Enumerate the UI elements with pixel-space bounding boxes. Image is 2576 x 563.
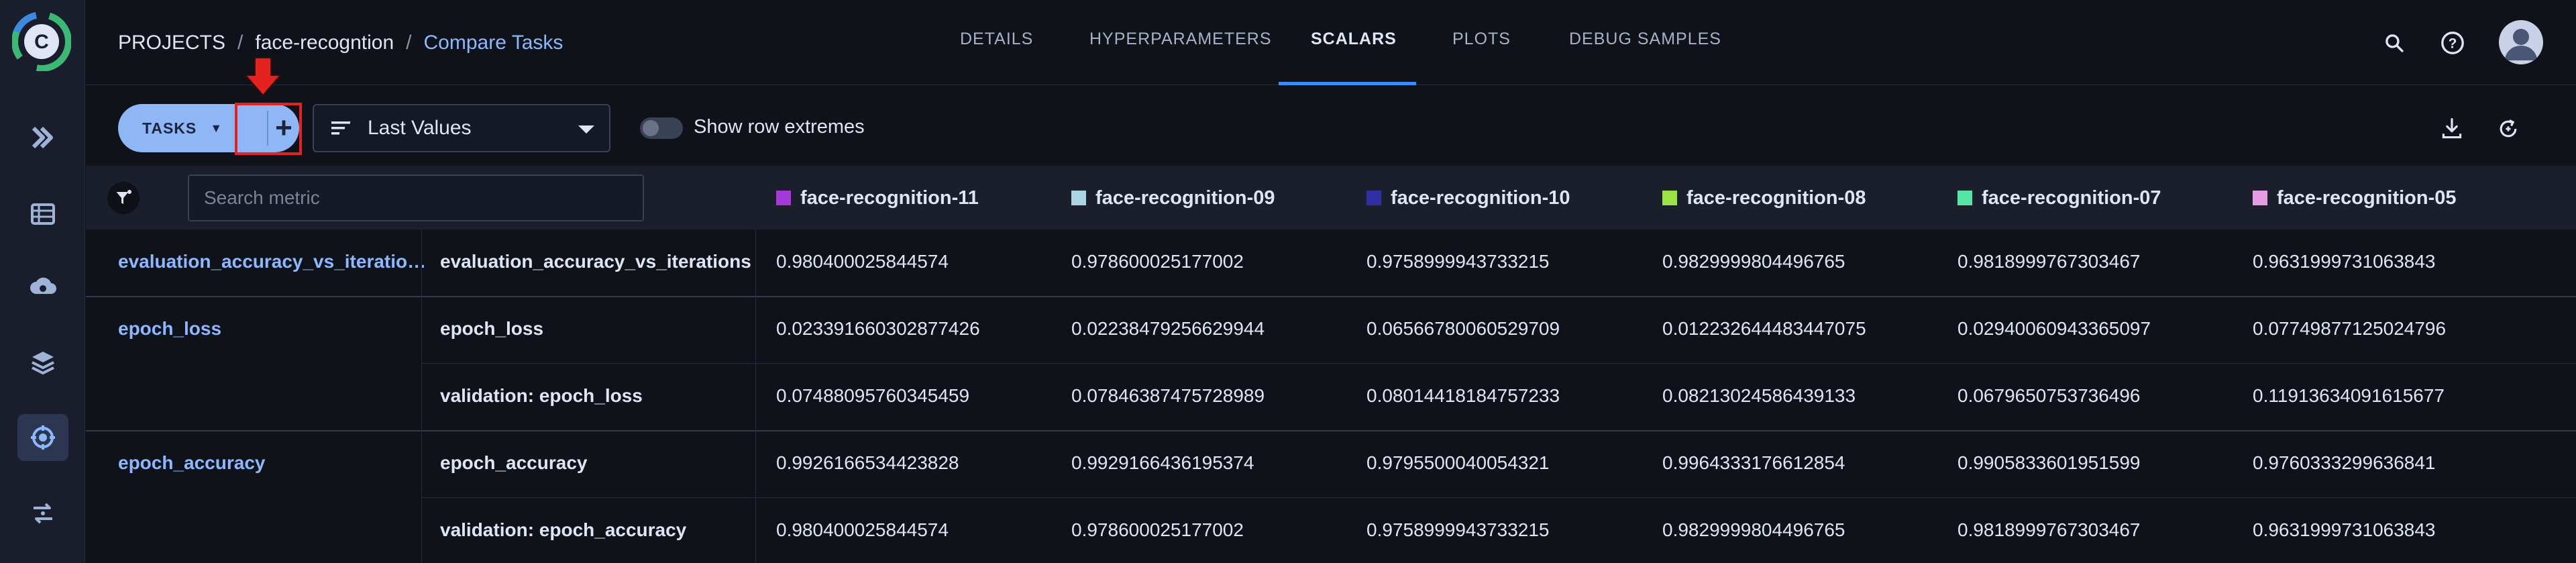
tab-debug-samples[interactable]: DEBUG SAMPLES xyxy=(1569,30,1721,56)
metric-value-cell: 0.07488095760345459 xyxy=(776,385,970,406)
metric-value-cell: 0.02940060943365097 xyxy=(1957,318,2151,339)
metric-value-cell: 0.9829999804496765 xyxy=(1662,519,1845,540)
series-color-swatch xyxy=(776,191,791,205)
metric-value-cell: 0.012232644483447075 xyxy=(1662,318,1866,339)
svg-text:?: ? xyxy=(2449,36,2457,52)
nav-datasets-icon[interactable] xyxy=(17,191,68,238)
column-header-label: face-recognition-09 xyxy=(1095,187,1275,209)
user-avatar-icon[interactable] xyxy=(2499,20,2543,64)
tab-hyperparameters[interactable]: HYPERPARAMETERS xyxy=(1089,30,1272,56)
table-header: Search metric face-recognition-11 face-re… xyxy=(86,166,2576,229)
series-color-swatch xyxy=(1366,191,1381,205)
download-icon[interactable] xyxy=(2435,112,2469,146)
tab-bar: DETAILS HYPERPARAMETERS SCALARS PLOTS DE… xyxy=(86,0,2576,85)
metric-value-cell: 0.08213024586439133 xyxy=(1662,385,1856,406)
svg-text:C: C xyxy=(34,31,49,53)
metric-value-cell: 0.9758999943733215 xyxy=(1366,251,1550,272)
column-header-label: face-recognition-11 xyxy=(800,187,979,209)
header: PROJECTS / face-recogntion / Compare Tas… xyxy=(86,0,2576,85)
column-header[interactable]: face-recognition-09 xyxy=(1071,186,1275,210)
column-divider xyxy=(755,229,756,563)
metric-name: evaluation_accuracy_vs_iterations xyxy=(440,251,751,272)
metric-value-cell: 0.9905833601951599 xyxy=(1957,452,2141,473)
value-mode-value: Last Values xyxy=(368,117,472,139)
metric-value-cell: 0.9829999804496765 xyxy=(1662,251,1845,272)
tab-details[interactable]: DETAILS xyxy=(960,30,1033,56)
metric-name: validation: epoch_loss xyxy=(440,385,643,406)
series-color-swatch xyxy=(2253,191,2267,205)
sidebar: C xyxy=(0,0,85,563)
metric-value-cell: 0.9964333176612854 xyxy=(1662,452,1845,473)
nav-workers-icon[interactable] xyxy=(17,490,68,537)
annotation-arrow-icon xyxy=(244,57,282,97)
help-icon[interactable]: ? xyxy=(2436,27,2469,59)
column-header-label: face-recognition-08 xyxy=(1686,187,1866,209)
metric-value-cell: 0.978600025177002 xyxy=(1071,251,1244,272)
annotation-highlight-box xyxy=(235,103,302,155)
tasks-label: TASKS xyxy=(142,119,197,137)
metric-value-cell: 0.0679650753736496 xyxy=(1957,385,2141,406)
refresh-icon[interactable] xyxy=(2491,112,2525,146)
metric-value-cell: 0.08014418184757233 xyxy=(1366,385,1560,406)
metric-value-cell: 0.07749877125024796 xyxy=(2253,318,2447,339)
metric-group-label[interactable]: evaluation_accuracy_vs_iteratio… xyxy=(118,251,426,272)
metric-value-cell: 0.9631999731063843 xyxy=(2253,251,2436,272)
metric-value-cell: 0.978600025177002 xyxy=(1071,519,1244,540)
metric-value-cell: 0.9818999767303467 xyxy=(1957,519,2141,540)
metric-name: epoch_accuracy xyxy=(440,452,588,473)
metric-name: epoch_loss xyxy=(440,318,544,339)
metric-group-label[interactable]: epoch_loss xyxy=(118,318,221,340)
column-header-label: face-recognition-07 xyxy=(1982,187,2161,209)
series-color-swatch xyxy=(1957,191,1972,205)
column-header-label: face-recognition-05 xyxy=(2277,187,2457,209)
column-header[interactable]: face-recognition-05 xyxy=(2253,186,2457,210)
column-divider xyxy=(421,229,422,563)
row-extremes-toggle[interactable] xyxy=(640,117,683,139)
nav-models-icon[interactable] xyxy=(17,414,68,461)
metric-value-cell: 0.980400025844574 xyxy=(776,251,949,272)
chevron-down-icon xyxy=(578,125,594,134)
row-extremes-label: Show row extremes xyxy=(694,116,865,138)
clearml-logo-icon[interactable]: C xyxy=(12,12,71,71)
sort-lines-icon xyxy=(331,121,350,135)
value-mode-select[interactable]: Last Values xyxy=(313,104,610,152)
nav-layers-icon[interactable] xyxy=(17,339,68,386)
metric-value-cell: 0.980400025844574 xyxy=(776,519,949,540)
filter-icon[interactable] xyxy=(107,182,140,214)
metric-value-cell: 0.9760333299636841 xyxy=(2253,452,2436,473)
series-color-swatch xyxy=(1071,191,1086,205)
column-header[interactable]: face-recognition-10 xyxy=(1366,186,1570,210)
metric-value-cell: 0.9795500040054321 xyxy=(1366,452,1550,473)
metric-value-cell: 0.02238479256629944 xyxy=(1071,318,1265,339)
toggle-knob xyxy=(643,120,659,136)
metric-value-cell: 0.9818999767303467 xyxy=(1957,251,2141,272)
tab-scalars[interactable]: SCALARS xyxy=(1311,30,1397,56)
nav-cloud-icon[interactable] xyxy=(17,264,68,311)
caret-down-icon: ▼ xyxy=(210,121,223,135)
metric-value-cell: 0.06566780060529709 xyxy=(1366,318,1560,339)
metric-value-cell: 0.11913634091615677 xyxy=(2253,385,2445,406)
metric-value-cell: 0.9631999731063843 xyxy=(2253,519,2436,540)
search-metric-input[interactable]: Search metric xyxy=(188,174,644,221)
metric-value-cell: 0.07846387475728989 xyxy=(1071,385,1265,406)
metric-value-cell: 0.9929166436195374 xyxy=(1071,452,1254,473)
metric-name: validation: epoch_accuracy xyxy=(440,519,687,540)
metric-value-cell: 0.9926166534423828 xyxy=(776,452,959,473)
column-header[interactable]: face-recognition-07 xyxy=(1957,186,2161,210)
column-header-label: face-recognition-10 xyxy=(1391,187,1570,209)
column-header[interactable]: face-recognition-11 xyxy=(776,186,979,210)
scalars-table: Search metric face-recognition-11 face-re… xyxy=(86,166,2576,563)
tab-plots[interactable]: PLOTS xyxy=(1452,30,1511,56)
metric-value-cell: 0.023391660302877426 xyxy=(776,318,980,339)
column-header[interactable]: face-recognition-08 xyxy=(1662,186,1866,210)
toolbar: TASKS ▼ + Last Values Show row extremes xyxy=(86,85,2576,166)
search-icon[interactable] xyxy=(2378,27,2410,59)
nav-pipelines-icon[interactable] xyxy=(17,114,68,161)
series-color-swatch xyxy=(1662,191,1677,205)
metric-value-cell: 0.9758999943733215 xyxy=(1366,519,1550,540)
metric-group-label[interactable]: epoch_accuracy xyxy=(118,452,265,474)
